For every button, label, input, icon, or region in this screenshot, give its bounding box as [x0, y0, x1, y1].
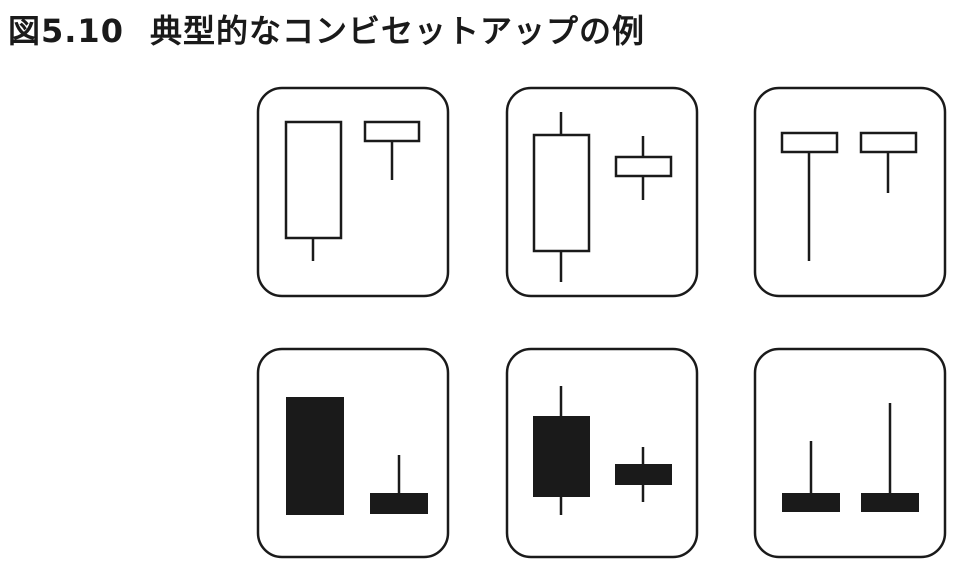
candle-body: [782, 493, 840, 512]
candlestick-large-solid: [286, 397, 344, 515]
candlestick-combo-diagram: [256, 86, 947, 559]
panel-frame: [753, 347, 947, 559]
panel-top-left: [256, 86, 450, 298]
candle-body: [861, 493, 919, 512]
candle-body: [532, 133, 591, 253]
candle-body: [780, 131, 839, 154]
candle-body: [614, 155, 673, 178]
candle-body: [284, 120, 343, 240]
candle-body: [286, 397, 344, 515]
panel-top-right: [753, 86, 947, 298]
candle-body: [615, 464, 672, 485]
panel-bottom-middle: [505, 347, 699, 559]
candle-body: [533, 416, 590, 497]
panel-bottom-right: [753, 347, 947, 559]
panel-top-middle: [505, 86, 699, 298]
candle-body: [859, 131, 918, 154]
candle-body: [370, 493, 428, 514]
panel-frame: [753, 86, 947, 298]
panel-bottom-left: [256, 347, 450, 559]
candle-body: [363, 120, 421, 143]
